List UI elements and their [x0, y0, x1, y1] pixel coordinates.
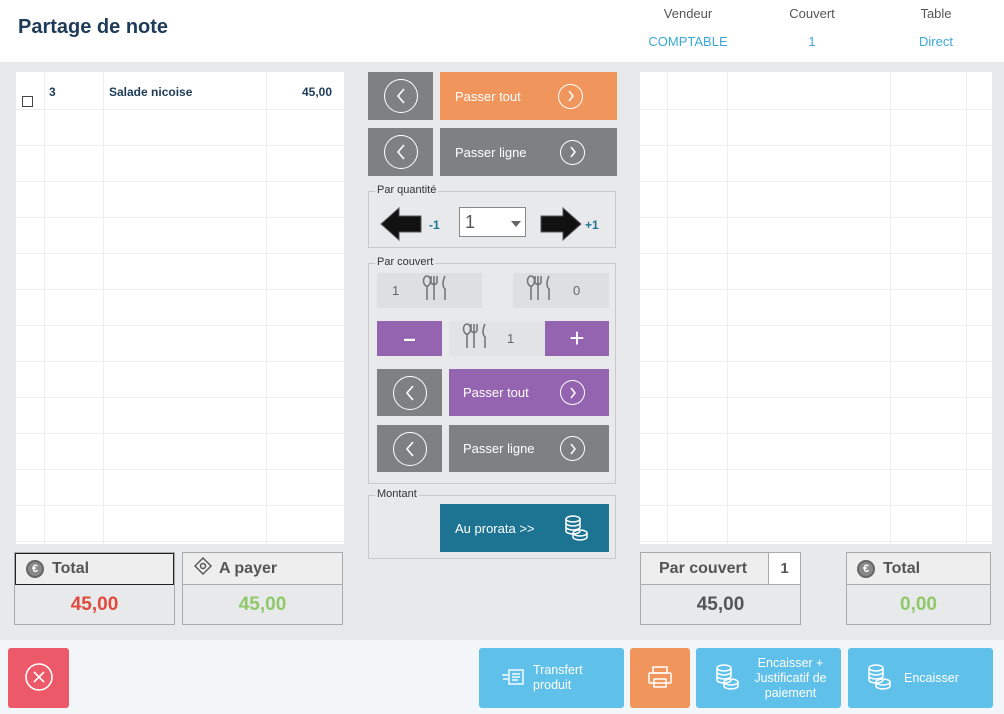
by-cover-label: Par couvert	[375, 256, 436, 268]
cutlery-icon	[421, 275, 451, 306]
cover-pass-line-button[interactable]: Passer ligne	[449, 425, 609, 472]
printer-icon	[647, 665, 673, 692]
total-label: Total	[52, 560, 90, 577]
cover-move-all-left-button[interactable]	[377, 369, 442, 416]
cutlery-icon	[461, 323, 491, 354]
total-value: 45,00	[70, 594, 119, 615]
arrow-left-icon[interactable]	[379, 206, 423, 242]
coins-icon	[563, 514, 589, 545]
right-total-box: € Total 0,00	[846, 552, 991, 625]
table-value: Direct	[919, 34, 953, 49]
per-cover-label: Par couvert	[659, 559, 748, 577]
chevron-down-icon	[511, 215, 521, 233]
quantity-selected: 1	[465, 211, 476, 232]
cancel-button[interactable]	[8, 648, 69, 708]
per-cover-box: Par couvert 1 45,00	[640, 552, 801, 625]
page-title: Partage de note	[18, 16, 169, 38]
left-cover-value: 1	[392, 283, 400, 298]
print-button[interactable]	[630, 648, 690, 708]
minus-one-label: -1	[429, 218, 440, 232]
right-total-header: € Total	[847, 553, 990, 585]
quantity-select[interactable]: 1	[459, 207, 526, 237]
euro-coin-icon: €	[26, 560, 44, 578]
minus-icon: –	[403, 325, 416, 351]
transfer-icon	[501, 666, 525, 691]
row-checkbox[interactable]	[22, 96, 33, 107]
left-order-list[interactable]: 3 Salade nicoise 45,00	[16, 72, 344, 544]
cash-in-button[interactable]: Encaisser	[848, 648, 993, 708]
cover-current: 1	[449, 321, 545, 356]
cover-pass-all-label: Passer tout	[463, 385, 529, 400]
to-pay-value: 45,00	[238, 594, 287, 615]
table-label: Table	[920, 6, 952, 21]
right-order-list[interactable]	[640, 72, 992, 544]
right-cover-value: 0	[573, 283, 581, 298]
amount-label: Montant	[375, 488, 419, 500]
transfer-product-label: Transfert produit	[533, 663, 583, 692]
cover-plus-button[interactable]: +	[545, 321, 609, 356]
per-cover-header: Par couvert 1	[641, 552, 801, 585]
per-cover-value: 45,00	[696, 594, 745, 615]
row-quantity: 3	[49, 85, 56, 99]
to-pay-box: A payer 45,00	[182, 552, 343, 625]
pass-all-button[interactable]: Passer tout	[440, 72, 617, 120]
close-icon	[24, 662, 54, 695]
cash-in-receipt-button[interactable]: Encaisser + Justificatif de paiement	[696, 648, 841, 708]
by-quantity-panel: Par quantité -1 1 +1	[368, 184, 616, 248]
plus-one-label: +1	[585, 218, 599, 232]
cutlery-icon	[525, 275, 555, 306]
vendeur-value: COMPTABLE	[648, 34, 728, 49]
header-table: Table Direct	[876, 6, 996, 49]
by-quantity-label: Par quantité	[375, 184, 439, 196]
banknote-icon	[193, 556, 213, 581]
move-line-left-button[interactable]	[368, 128, 433, 176]
pass-line-label: Passer ligne	[455, 144, 527, 160]
chevron-right-icon	[558, 83, 583, 109]
transfer-product-button[interactable]: Transfert produit	[479, 648, 624, 708]
plus-icon: +	[569, 323, 585, 353]
cover-pass-line-label: Passer ligne	[463, 441, 535, 456]
couvert-value: 1	[808, 34, 816, 49]
right-cover-count: 0	[513, 273, 609, 308]
coins-icon	[866, 663, 892, 694]
cover-current-value: 1	[507, 331, 515, 346]
to-pay-header: A payer	[183, 553, 342, 585]
cover-move-line-left-button[interactable]	[377, 425, 442, 472]
row-price: 45,00	[302, 85, 333, 99]
right-total-label: Total	[883, 559, 921, 577]
total-box: € Total 45,00	[14, 552, 175, 625]
arrow-right-icon[interactable]	[539, 206, 583, 242]
cash-in-receipt-label: Encaisser + Justificatif de paiement	[754, 655, 827, 700]
by-cover-panel: Par couvert 1 0 – 1 + Passer tout Passer…	[368, 256, 616, 484]
chevron-left-icon	[392, 431, 427, 466]
cover-minus-button[interactable]: –	[377, 321, 442, 356]
coins-icon	[714, 663, 740, 694]
prorata-label: Au prorata >>	[455, 520, 535, 536]
to-pay-label: A payer	[219, 559, 278, 577]
chevron-right-icon	[560, 139, 585, 165]
per-cover-count[interactable]: 1	[768, 552, 801, 585]
cover-pass-all-button[interactable]: Passer tout	[449, 369, 609, 416]
vendeur-label: Vendeur	[663, 6, 713, 21]
chevron-right-icon	[560, 436, 585, 461]
pass-all-label: Passer tout	[455, 88, 521, 104]
list-item[interactable]: 3 Salade nicoise 45,00	[16, 72, 344, 109]
total-header: € Total	[15, 553, 174, 585]
cash-in-label: Encaisser	[904, 671, 959, 685]
amount-panel: Montant Au prorata >>	[368, 488, 616, 559]
move-all-left-button[interactable]	[368, 72, 433, 120]
left-cover-count: 1	[377, 273, 482, 308]
prorata-button[interactable]: Au prorata >>	[440, 504, 609, 552]
chevron-right-icon	[560, 380, 585, 405]
header-couvert: Couvert 1	[752, 6, 872, 49]
pass-line-button[interactable]: Passer ligne	[440, 128, 617, 176]
right-total-value: 0,00	[900, 594, 937, 615]
chevron-left-icon	[392, 375, 427, 410]
chevron-left-icon	[383, 135, 418, 169]
euro-coin-icon: €	[857, 559, 875, 578]
header-vendeur: Vendeur COMPTABLE	[628, 6, 748, 49]
row-product-name: Salade nicoise	[109, 85, 193, 99]
chevron-left-icon	[383, 79, 418, 113]
couvert-label: Couvert	[789, 6, 835, 21]
